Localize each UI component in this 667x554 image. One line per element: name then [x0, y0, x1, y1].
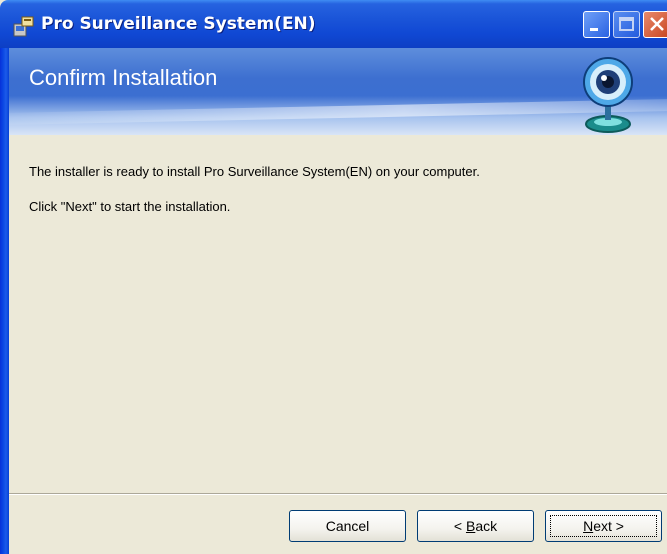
back-button-mnemonic: B [465, 518, 476, 534]
installer-window: Pro Surveillance System(EN) Confirm Inst… [0, 0, 667, 554]
minimize-button[interactable] [583, 11, 610, 38]
instruction-message: Click "Next" to start the installation. [29, 199, 231, 214]
maximize-button[interactable] [613, 11, 640, 38]
back-button[interactable]: < Back [417, 510, 534, 542]
page-title: Confirm Installation [29, 65, 218, 90]
ready-message: The installer is ready to install Pro Su… [29, 164, 480, 179]
back-button-label: ack [475, 518, 498, 534]
webcam-icon [583, 57, 633, 133]
cancel-button[interactable]: Cancel [289, 510, 406, 542]
back-button-prefix: < [453, 518, 466, 534]
next-button[interactable]: Next > [545, 510, 662, 542]
close-icon [650, 17, 664, 31]
button-separator [9, 493, 667, 495]
banner-decoration [9, 99, 667, 125]
content-area: The installer is ready to install Pro Su… [9, 135, 667, 497]
cancel-button-label: Cancel [325, 518, 370, 534]
maximize-icon [619, 17, 634, 31]
next-button-focus-ring [550, 515, 657, 537]
installer-icon [13, 16, 34, 37]
close-button[interactable] [643, 11, 667, 38]
minimize-icon [590, 28, 598, 31]
window-title: Pro Surveillance System(EN) [41, 14, 316, 34]
title-bar[interactable]: Pro Surveillance System(EN) [0, 0, 667, 48]
window-frame [0, 48, 9, 554]
header-banner: Confirm Installation [9, 48, 667, 135]
